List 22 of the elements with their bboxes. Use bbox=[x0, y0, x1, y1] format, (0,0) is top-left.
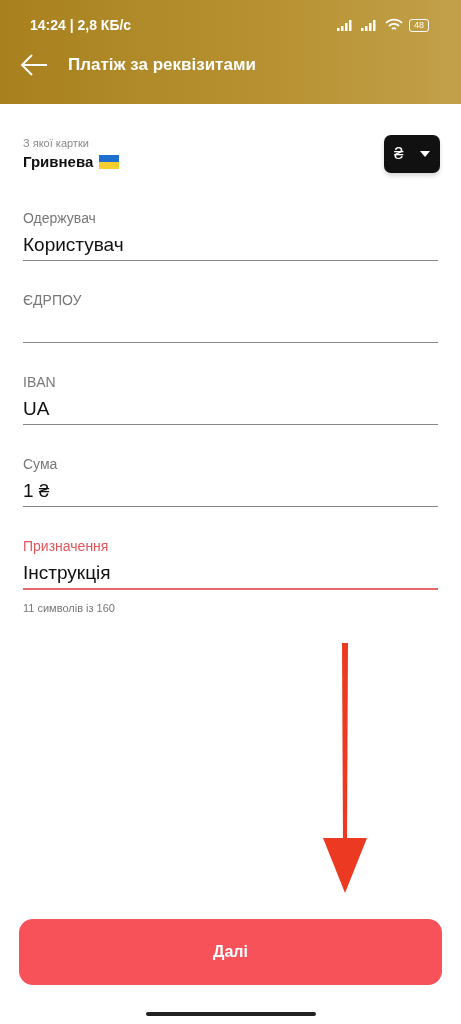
wifi-icon bbox=[385, 18, 403, 32]
field-label: ЄДРПОУ bbox=[23, 292, 83, 308]
character-counter: 11 символів із 160 bbox=[23, 602, 116, 614]
flag-icon bbox=[99, 154, 120, 169]
field-label: З якої картки bbox=[23, 137, 90, 149]
input-field[interactable]: Інструкція bbox=[23, 554, 438, 590]
card-name: Гривнева bbox=[23, 153, 94, 170]
signal-icon bbox=[361, 19, 379, 31]
field-label: Призначення bbox=[23, 538, 110, 554]
caret-icon bbox=[420, 151, 430, 157]
field-label: IBAN bbox=[23, 374, 57, 390]
input-field[interactable]: 1 ₴ bbox=[23, 472, 438, 507]
signal-icon bbox=[337, 19, 355, 31]
currency-dropdown[interactable]: ₴ bbox=[384, 135, 440, 173]
status-time: 14:24 | 2,8 КБ/с bbox=[30, 17, 132, 33]
input-field[interactable]: UA bbox=[23, 390, 438, 425]
field-label: Сума bbox=[23, 456, 59, 472]
input-field[interactable]: Користувач bbox=[23, 226, 438, 261]
field-label: Одержувач bbox=[23, 210, 97, 226]
battery-icon: 48 bbox=[409, 18, 429, 32]
back-icon[interactable] bbox=[20, 54, 48, 76]
screen-title: Платіж за реквізитами bbox=[68, 55, 256, 75]
